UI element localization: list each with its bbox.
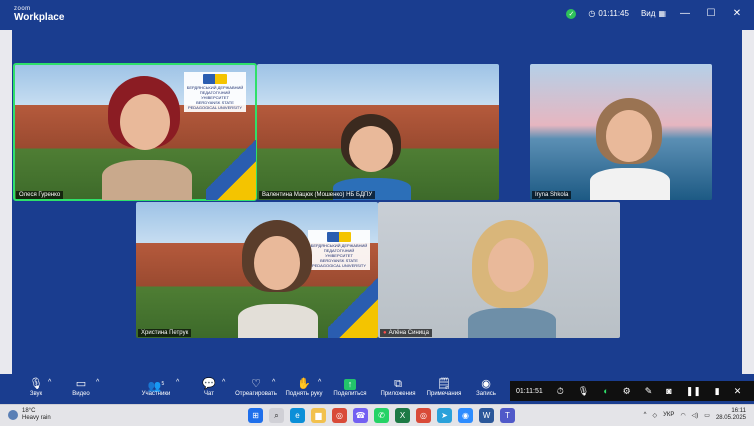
view-label: Вид — [640, 9, 656, 18]
telegram-icon[interactable]: ➤ — [437, 408, 452, 423]
system-tray: ^ ◇ УКР ◠ ◁) ▭ 16:11 28.05.2025 — [644, 408, 746, 422]
video-tile[interactable]: БЕРДЯНСЬКИЙ ДЕРЖАВНИЙ ПЕДАГОГІЧНИЙ УНІВЕР… — [13, 63, 257, 201]
file-explorer-icon[interactable]: ▆ — [311, 408, 326, 423]
viber-icon[interactable]: ☎ — [353, 408, 368, 423]
taskbar-apps: ⊞ ⌕ e ▆ ◎ ☎ ✆ X ◎ ➤ ◉ W T — [248, 408, 515, 423]
weather-desc: Heavy rain — [22, 415, 51, 422]
apps-icon: ⧉ — [394, 378, 402, 390]
taskbar-clock[interactable]: 16:11 28.05.2025 — [716, 408, 746, 422]
whatsapp-icon[interactable]: ✆ — [374, 408, 389, 423]
maximize-button[interactable]: ☐ — [704, 8, 718, 19]
zoom-workplace-logo: zoom Workplace — [14, 6, 64, 23]
language-indicator[interactable]: УКР — [663, 412, 674, 418]
rain-cloud-icon — [8, 410, 18, 421]
raise-hand-options-chevron-icon[interactable]: ^ — [318, 379, 321, 386]
grid-icon: ▦ — [658, 9, 666, 18]
decor-stripes — [328, 278, 378, 338]
chat-options-chevron-icon[interactable]: ^ — [222, 379, 225, 386]
video-tile[interactable]: Iryna Shkola — [530, 64, 712, 200]
muted-mic-icon: ● — [383, 330, 387, 336]
annotate-pen-icon[interactable]: ✎ — [645, 386, 653, 397]
excel-icon[interactable]: X — [395, 408, 410, 423]
encryption-shield-icon[interactable]: ✓ — [566, 8, 577, 19]
settings-gear-icon[interactable]: ⚙ — [623, 386, 631, 397]
participant-name: ● Алёна Синица — [380, 329, 432, 337]
windows-taskbar: 18°C Heavy rain ⊞ ⌕ e ▆ ◎ ☎ ✆ X ◎ ➤ ◉ W … — [0, 404, 754, 426]
clock-time: 16:11 — [731, 408, 746, 414]
video-gallery: БЕРДЯНСЬКИЙ ДЕРЖАВНИЙ ПЕДАГОГІЧНИЙ УНІВЕР… — [12, 30, 742, 374]
decor-stripes — [206, 140, 256, 200]
word-icon[interactable]: W — [479, 408, 494, 423]
volume-icon[interactable]: ◁) — [692, 412, 699, 419]
video-button[interactable]: ▭ Видео — [66, 377, 96, 397]
participant-video — [238, 220, 318, 338]
battery-icon[interactable]: ▭ — [704, 412, 710, 419]
overlay-timer: 01:11:51 — [516, 387, 543, 395]
stop-recording-icon[interactable]: ▮ — [715, 386, 720, 397]
zoom-app-icon[interactable]: ◉ — [458, 408, 473, 423]
brand-main: Workplace — [14, 12, 65, 23]
chat-icon: 💬 — [202, 378, 216, 390]
record-button[interactable]: ◉ Запись — [472, 377, 500, 397]
floating-meeting-controls: 01:11:51 ⏱ 🎙 ◐ ⚙ ✎ ◙ ❚❚ ▮ ✕ — [510, 381, 754, 401]
share-screen-icon: ↑ — [344, 379, 356, 390]
participant-video — [102, 76, 192, 200]
participant-name: Олеся Гуренко — [16, 191, 64, 199]
edge-browser-icon[interactable]: e — [290, 408, 305, 423]
wifi-icon[interactable]: ◠ — [680, 412, 685, 419]
university-logo: БЕРДЯНСЬКИЙ ДЕРЖАВНИЙ ПЕДАГОГІЧНИЙ УНІВЕР… — [184, 72, 246, 112]
camera-snapshot-icon[interactable]: ◙ — [666, 386, 671, 396]
close-window-button[interactable]: ✕ — [730, 8, 744, 19]
mute-icon[interactable]: 🎙 — [578, 386, 589, 397]
chrome-icon-2[interactable]: ◎ — [416, 408, 431, 423]
search-icon[interactable]: ⌕ — [269, 408, 284, 423]
teams-icon[interactable]: T — [500, 408, 515, 423]
record-icon: ◉ — [481, 378, 491, 390]
chrome-icon[interactable]: ◎ — [332, 408, 347, 423]
meeting-timer: ◷ 01:11:45 — [588, 9, 629, 18]
participant-video — [333, 114, 411, 200]
participant-video — [590, 98, 670, 200]
weather-widget[interactable]: 18°C Heavy rain — [8, 408, 51, 422]
weather-temp: 18°C — [22, 408, 36, 414]
audio-button[interactable]: 🎙 Звук — [22, 377, 50, 397]
participants-options-chevron-icon[interactable]: ^ — [176, 379, 179, 386]
timer-icon[interactable]: ⏱ — [557, 386, 564, 397]
notes-icon: 🗒 — [437, 378, 451, 390]
video-tile[interactable]: ● Алёна Синица — [378, 202, 620, 338]
share-button[interactable]: ↑ Поделиться — [332, 377, 368, 397]
participants-icon: 👥5 — [147, 380, 165, 393]
title-bar: zoom Workplace ✓ ◷ 01:11:45 Вид ▦ — ☐ ✕ — [0, 0, 754, 30]
timer-text: 01:11:45 — [598, 9, 629, 18]
pause-icon[interactable]: ❚❚ — [686, 386, 701, 397]
tray-chevron-icon[interactable]: ^ — [644, 412, 647, 418]
participant-name: Валентина Мацюк (Мошенко) НБ БДПУ — [259, 191, 376, 199]
clock-icon: ◷ — [588, 9, 596, 18]
camera-icon: ▭ — [75, 378, 87, 390]
participant-video — [468, 220, 556, 338]
microphone-icon: 🎙 — [29, 378, 43, 390]
notes-button[interactable]: 🗒 Примечания — [424, 377, 464, 397]
video-options-chevron-icon[interactable]: ^ — [96, 379, 99, 386]
participant-name: Iryna Shkola — [532, 191, 572, 199]
minimize-button[interactable]: — — [678, 8, 692, 19]
close-overlay-icon[interactable]: ✕ — [734, 386, 742, 397]
audio-options-chevron-icon[interactable]: ^ — [48, 379, 51, 386]
participant-name: Христина Петрук — [138, 329, 192, 337]
video-tile[interactable]: БЕРДЯНСЬКИЙ ДЕРЖАВНИЙ ПЕДАГОГІЧНИЙ УНІВЕР… — [136, 202, 378, 338]
video-tile[interactable]: Валентина Мацюк (Мошенко) НБ БДПУ — [257, 64, 499, 200]
network-icon[interactable]: ◇ — [652, 412, 657, 419]
chat-button[interactable]: 💬 Чат — [196, 377, 222, 397]
clock-date: 28.05.2025 — [715, 415, 746, 422]
windows-start-icon[interactable]: ⊞ — [248, 408, 263, 423]
record-active-icon[interactable]: ◐ — [603, 386, 608, 396]
react-options-chevron-icon[interactable]: ^ — [272, 379, 275, 386]
apps-button[interactable]: ⧉ Приложения — [378, 377, 418, 397]
participants-button[interactable]: 👥5 Участники — [138, 377, 174, 397]
view-button[interactable]: Вид ▦ — [641, 9, 666, 18]
